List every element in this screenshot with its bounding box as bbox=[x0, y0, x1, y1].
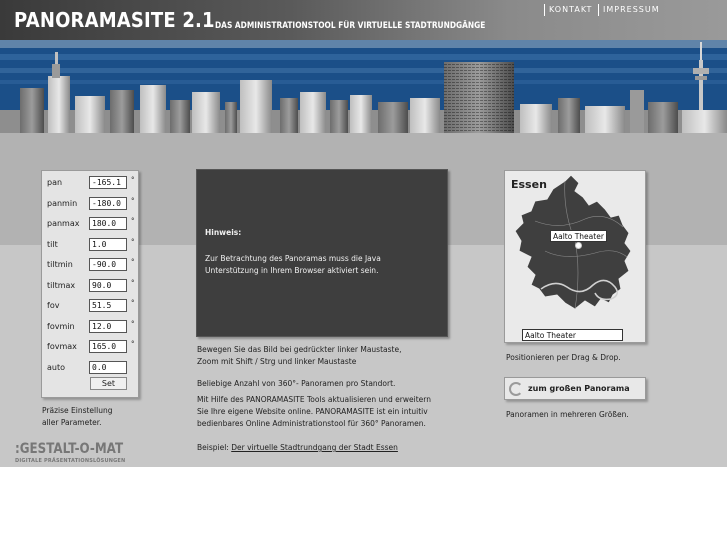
drag-instructions-line: Bewegen Sie das Bild bei gedrückter link… bbox=[197, 345, 402, 354]
param-row-panmin: panmin ° bbox=[42, 195, 140, 212]
brand-logo-name: :GESTALT-O-MAT bbox=[15, 441, 124, 457]
tool-description-line: bedienbares Online Administrationstool f… bbox=[197, 419, 426, 428]
city-skyline-image bbox=[0, 40, 727, 133]
auto-input[interactable] bbox=[89, 360, 127, 374]
degree-unit: ° bbox=[131, 278, 135, 287]
param-row-auto: auto bbox=[42, 359, 140, 376]
param-label: pan bbox=[47, 178, 63, 187]
parameter-panel: pan ° panmin ° panmax ° tilt ° tiltmin °… bbox=[41, 170, 139, 398]
header-banner: PANORAMASITE 2.1 DAS ADMINISTRATIONSTOOL… bbox=[0, 0, 727, 133]
site-title: PANORAMASITE 2.1 bbox=[14, 8, 215, 32]
fovmin-input[interactable] bbox=[89, 319, 127, 333]
fovmax-input[interactable] bbox=[89, 340, 127, 353]
map-title: Essen bbox=[511, 178, 547, 191]
panmax-input[interactable] bbox=[89, 217, 127, 230]
tool-description-line: Mit Hilfe des PANORAMASITE Tools aktuali… bbox=[197, 395, 431, 404]
param-row-tiltmax: tiltmax ° bbox=[42, 277, 140, 294]
sizes-caption: Panoramen in mehreren Größen. bbox=[506, 410, 629, 419]
param-row-tilt: tilt ° bbox=[42, 236, 140, 253]
tool-description-line: Sie Ihre eigene Website online. PANORAMA… bbox=[197, 407, 428, 416]
param-row-fovmax: fovmax ° bbox=[42, 338, 140, 355]
city-map-image[interactable] bbox=[505, 171, 647, 344]
param-label: fovmin bbox=[47, 321, 75, 331]
degree-unit: ° bbox=[131, 237, 135, 246]
param-label: fovmax bbox=[47, 342, 77, 351]
pan-input[interactable] bbox=[89, 176, 127, 189]
brand-logo-tagline: DIGITALE PRÄSENTATIONSLÖSUNGEN bbox=[15, 458, 126, 464]
parameter-caption-line: Präzise Einstellung bbox=[42, 406, 113, 415]
param-row-fov: fov ° bbox=[42, 297, 140, 314]
java-notice-heading: Hinweis: bbox=[205, 228, 242, 237]
example-link[interactable]: Der virtuelle Stadtrundgang der Stadt Es… bbox=[231, 443, 398, 452]
map-caption: Positionieren per Drag & Drop. bbox=[506, 353, 621, 362]
panmin-input[interactable] bbox=[89, 196, 127, 210]
location-marker-label: Aalto Theater bbox=[550, 230, 607, 242]
location-map-box: Essen Aalto Theater Aalto Theater bbox=[504, 170, 646, 343]
param-row-pan: pan ° bbox=[42, 174, 140, 191]
degree-unit: ° bbox=[131, 299, 135, 307]
param-label: auto bbox=[47, 362, 66, 372]
param-label: fov bbox=[47, 301, 60, 310]
example-prefix: Beispiel: bbox=[197, 443, 232, 452]
site-subtitle: DAS ADMINISTRATIONSTOOL FÜR VIRTUELLE ST… bbox=[215, 21, 486, 31]
big-panorama-button[interactable]: zum großen Panorama bbox=[504, 377, 646, 400]
param-row-tiltmin: tiltmin ° bbox=[42, 256, 140, 273]
panorama-applet[interactable]: Hinweis: Zur Betrachtung des Panoramas m… bbox=[196, 169, 448, 337]
panorama-count-text: Beliebige Anzahl von 360°- Panoramen pro… bbox=[197, 379, 396, 388]
java-notice-text: Zur Betrachtung des Panoramas muss die J… bbox=[205, 254, 381, 275]
nav-link-kontakt[interactable]: KONTAKT bbox=[544, 4, 592, 16]
degree-unit: ° bbox=[131, 258, 135, 266]
nav-link-impressum[interactable]: IMPRESSUM bbox=[598, 4, 660, 16]
param-label: panmin bbox=[47, 198, 78, 208]
tiltmin-input[interactable] bbox=[89, 258, 127, 271]
fov-input[interactable] bbox=[89, 299, 127, 312]
location-select[interactable]: Aalto Theater bbox=[522, 329, 623, 341]
parameter-caption: Präzise Einstellung aller Parameter. bbox=[42, 405, 152, 429]
degree-unit: ° bbox=[131, 217, 135, 225]
panorama-arrow-icon bbox=[509, 382, 523, 396]
set-button[interactable]: Set bbox=[90, 377, 127, 390]
param-label: tiltmin bbox=[47, 260, 73, 269]
degree-unit: ° bbox=[131, 319, 135, 328]
example-line: Beispiel: Der virtuelle Stadtrundgang de… bbox=[197, 442, 467, 454]
param-row-fovmin: fovmin ° bbox=[42, 318, 140, 335]
tiltmax-input[interactable] bbox=[89, 278, 127, 292]
tilt-input[interactable] bbox=[89, 237, 127, 251]
param-label: panmax bbox=[47, 219, 80, 228]
drag-instructions: Bewegen Sie das Bild bei gedrückter link… bbox=[197, 344, 467, 368]
degree-unit: ° bbox=[131, 340, 135, 348]
tool-description: Mit Hilfe des PANORAMASITE Tools aktuali… bbox=[197, 394, 467, 430]
drag-instructions-line: Zoom mit Shift / Strg und linker Maustas… bbox=[197, 357, 357, 366]
degree-unit: ° bbox=[131, 176, 135, 184]
big-panorama-label: zum großen Panorama bbox=[528, 384, 630, 393]
location-marker[interactable] bbox=[575, 242, 582, 249]
param-label: tiltmax bbox=[47, 280, 76, 290]
parameter-caption-line: aller Parameter. bbox=[42, 418, 102, 427]
degree-unit: ° bbox=[131, 196, 135, 205]
param-row-panmax: panmax ° bbox=[42, 215, 140, 232]
param-label: tilt bbox=[47, 239, 58, 249]
